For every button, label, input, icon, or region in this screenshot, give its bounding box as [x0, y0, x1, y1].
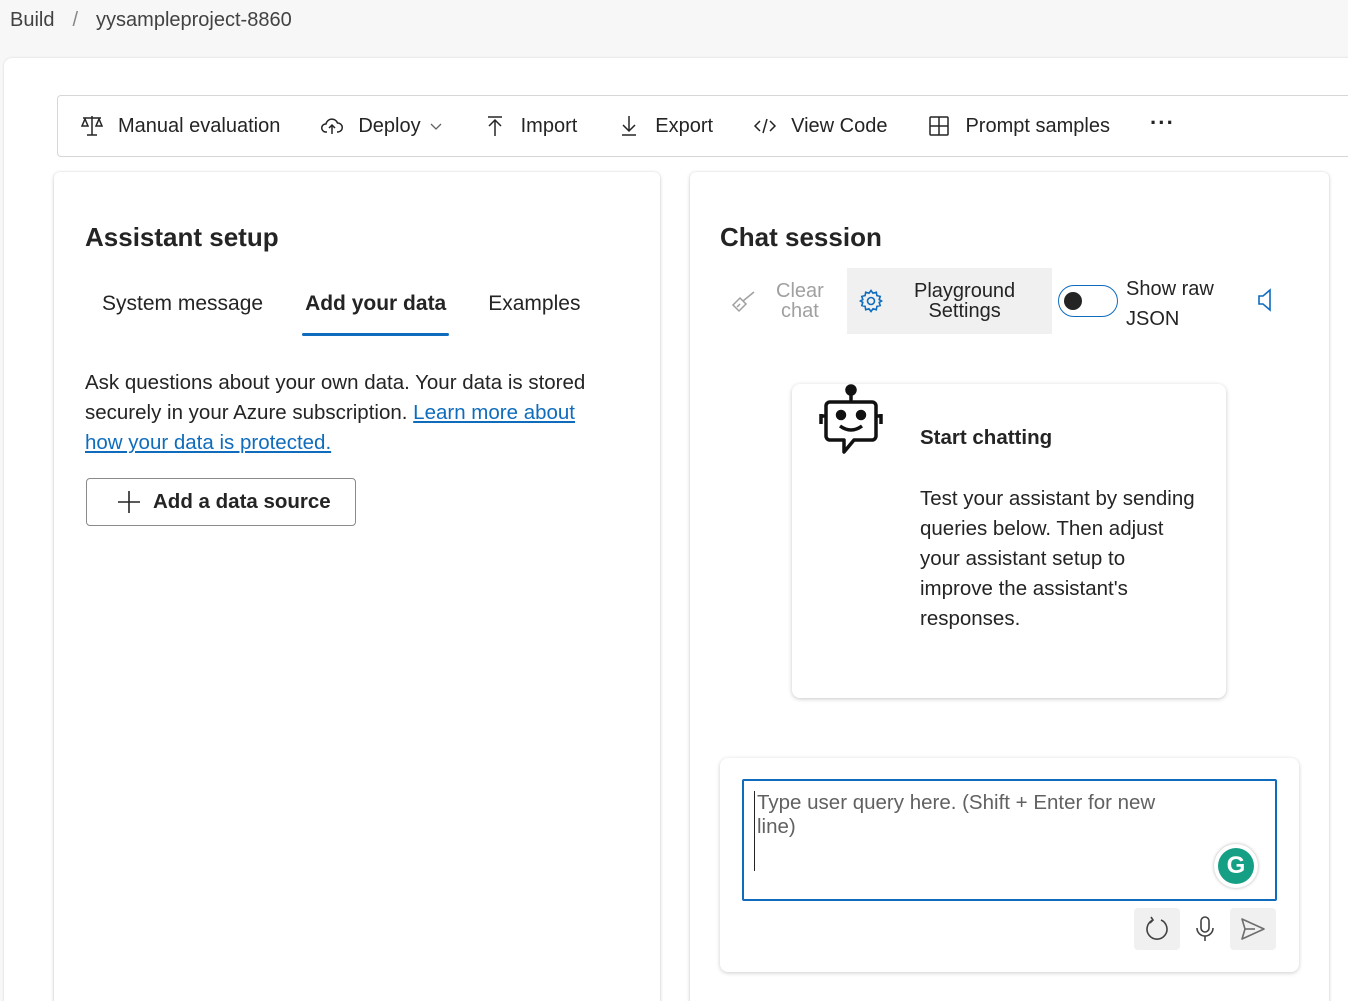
breadcrumb-separator: / — [72, 8, 79, 31]
microphone-icon — [1196, 916, 1214, 941]
import-button[interactable]: Import — [483, 106, 578, 146]
playground-settings-line1: Playground — [914, 280, 1016, 302]
chat-session-title: Chat session — [720, 222, 882, 252]
add-data-description: Ask questions about your own data. Your … — [85, 368, 615, 458]
send-button[interactable] — [1230, 908, 1276, 950]
assistant-setup-tabs: System message Add your data Examples — [102, 290, 622, 336]
import-arrow-icon — [487, 116, 502, 136]
view-code-button[interactable]: View Code — [753, 106, 887, 146]
prompt-samples-button[interactable]: Prompt samples — [927, 106, 1110, 146]
show-raw-json-toggle[interactable] — [1058, 285, 1118, 317]
show-raw-json-label: Show raw JSON — [1126, 274, 1214, 334]
broom-icon — [731, 291, 755, 313]
export-arrow-icon — [622, 116, 637, 136]
cloud-upload-icon — [321, 118, 344, 134]
speaker-icon[interactable] — [1253, 286, 1279, 314]
clear-chat-line2: chat — [780, 300, 819, 322]
playground-toolbar: Manual evaluation Deploy Import Export V… — [57, 95, 1348, 157]
breadcrumb-project[interactable]: yysampleproject-8860 — [96, 9, 292, 32]
refresh-button[interactable] — [1134, 908, 1180, 950]
show-raw-json-line2: JSON — [1126, 308, 1180, 330]
grammarly-icon: G — [1218, 848, 1254, 884]
manual-evaluation-button[interactable]: Manual evaluation — [80, 106, 280, 146]
grammarly-button[interactable]: G — [1214, 844, 1258, 888]
gear-icon — [858, 289, 884, 313]
query-box: G — [742, 779, 1277, 901]
chevron-down-icon — [430, 123, 442, 130]
microphone-button[interactable] — [1182, 908, 1228, 950]
chat-session-panel: Chat session Clear chat Playground Setti… — [690, 172, 1329, 1001]
plus-icon — [118, 491, 140, 513]
robot-icon — [819, 384, 883, 454]
start-chatting-body: Test your assistant by sending queries b… — [920, 487, 1195, 630]
view-code-label: View Code — [791, 114, 888, 137]
show-raw-json-line1: Show raw — [1126, 278, 1214, 300]
assistant-setup-panel: Assistant setup System message Add your … — [54, 172, 660, 1001]
import-label: Import — [520, 114, 578, 137]
export-label: Export — [655, 114, 714, 137]
tab-system-message[interactable]: System message — [102, 290, 263, 336]
clear-chat-label: Clear chat — [776, 281, 824, 321]
chat-toolbar: Clear chat Playground Settings Show raw … — [720, 268, 1320, 334]
scale-icon — [80, 116, 104, 136]
send-icon — [1241, 918, 1265, 940]
more-icon[interactable]: ··· — [1150, 110, 1175, 136]
code-icon — [754, 118, 777, 134]
manual-evaluation-label: Manual evaluation — [118, 114, 281, 137]
tab-examples[interactable]: Examples — [488, 290, 580, 336]
playground-settings-label: Playground Settings — [914, 281, 1015, 321]
user-query-input[interactable] — [754, 791, 1194, 871]
playground-settings-button[interactable]: Playground Settings — [847, 268, 1052, 334]
add-data-source-label: Add a data source — [153, 490, 331, 513]
breadcrumb-build[interactable]: Build — [10, 9, 54, 32]
add-data-source-button[interactable]: Add a data source — [86, 478, 356, 526]
playground-settings-line2: Settings — [928, 300, 1001, 322]
breadcrumb: Build / yysampleproject-8860 — [0, 0, 1348, 40]
chat-input-card: G — [720, 758, 1299, 972]
export-button[interactable]: Export — [617, 106, 713, 146]
clear-chat-line1: Clear — [776, 280, 824, 302]
deploy-button[interactable]: Deploy — [320, 106, 442, 146]
grid-icon — [929, 116, 950, 136]
refresh-icon — [1146, 916, 1168, 940]
tab-add-your-data[interactable]: Add your data — [302, 290, 450, 336]
start-chatting-card: Start chatting Test your assistant by se… — [792, 384, 1226, 698]
clear-chat-button[interactable]: Clear chat — [720, 268, 842, 334]
deploy-label: Deploy — [358, 114, 421, 137]
prompt-samples-label: Prompt samples — [965, 114, 1110, 137]
toggle-knob — [1064, 292, 1082, 310]
start-chatting-title: Start chatting — [920, 426, 1053, 449]
assistant-setup-title: Assistant setup — [85, 222, 279, 252]
